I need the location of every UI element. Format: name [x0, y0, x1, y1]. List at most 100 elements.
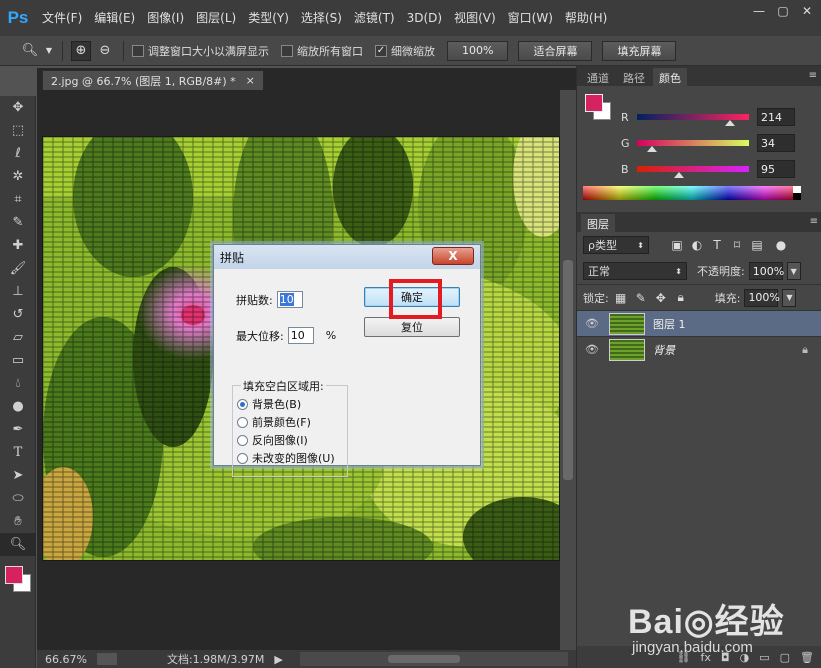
radio-button[interactable] — [237, 416, 248, 428]
restore-button[interactable]: ▢ — [775, 4, 791, 18]
pixel-filter-icon[interactable]: ▣ — [669, 237, 685, 253]
spectrum-black-white[interactable] — [793, 186, 801, 200]
shape-filter-icon[interactable]: ⌑ — [729, 237, 745, 253]
zoom-tool-icon[interactable]: 🔍︎ — [20, 41, 40, 61]
dialog-close-button[interactable]: X — [432, 247, 474, 265]
radio-button[interactable] — [237, 398, 248, 410]
menu-file[interactable]: 文件(F) — [36, 0, 88, 36]
visibility-eye-icon[interactable]: 👁︎ — [585, 317, 601, 330]
green-value-field[interactable]: 34 — [757, 134, 795, 152]
document-tab-close-icon[interactable]: × — [246, 74, 255, 87]
blue-value-field[interactable]: 95 — [757, 160, 795, 178]
minimize-button[interactable]: — — [751, 4, 767, 18]
path-selection-tool-icon[interactable]: ➤ — [0, 464, 36, 487]
checkbox-box[interactable] — [281, 44, 293, 57]
fill-field[interactable]: 100% — [744, 288, 780, 307]
zoom-level[interactable]: 66.67% — [45, 653, 87, 666]
color-swatches[interactable] — [0, 556, 36, 596]
gradient-tool-icon[interactable]: ▭ — [0, 349, 36, 372]
panel-menu-icon[interactable]: ≡ — [809, 70, 817, 81]
radio-foreground-color[interactable]: 前景颜色(F) — [237, 414, 311, 430]
tab-channels[interactable]: 通道 — [581, 68, 615, 86]
layer-row-layer1[interactable]: 👁︎ 图层 1 — [577, 310, 821, 336]
layer-row-background[interactable]: 👁︎ 背景 🔒︎ — [577, 336, 821, 362]
healing-brush-tool-icon[interactable]: ✚ — [0, 234, 36, 257]
blur-tool-icon[interactable]: 💧︎ — [0, 372, 36, 395]
menu-layer[interactable]: 图层(L) — [190, 0, 242, 36]
panel-menu-icon[interactable]: ≡ — [810, 216, 818, 227]
red-value-field[interactable]: 214 — [757, 108, 795, 126]
document-tab[interactable]: 2.jpg @ 66.7% (图层 1, RGB/8#) * × — [42, 70, 264, 90]
eraser-tool-icon[interactable]: ▱ — [0, 326, 36, 349]
hand-tool-icon[interactable]: ✋︎ — [0, 510, 36, 533]
fill-dropdown-icon[interactable]: ▼ — [782, 288, 797, 307]
horizontal-scrollbar[interactable] — [300, 652, 568, 666]
clone-stamp-tool-icon[interactable]: ⊥ — [0, 280, 36, 303]
checkbox-checked[interactable]: ✓ — [375, 44, 387, 57]
tiles-input[interactable]: 10 — [276, 291, 303, 308]
color-spectrum-bar[interactable] — [583, 186, 801, 200]
zoom-in-icon[interactable]: ⊕ — [71, 40, 91, 61]
radio-inverse-image[interactable]: 反向图像(I) — [237, 432, 308, 448]
visibility-eye-icon[interactable]: 👁︎ — [585, 343, 601, 356]
type-tool-icon[interactable]: T — [0, 441, 36, 464]
menu-window[interactable]: 窗口(W) — [502, 0, 559, 36]
horizontal-scroll-thumb[interactable] — [388, 655, 460, 663]
zoom-tool-icon[interactable]: 🔍︎ — [0, 533, 36, 556]
filter-toggle-icon[interactable]: ● — [773, 237, 789, 253]
marquee-tool-icon[interactable]: ⬚ — [0, 119, 36, 142]
menu-select[interactable]: 选择(S) — [295, 0, 348, 36]
menu-image[interactable]: 图像(I) — [141, 0, 190, 36]
radio-unaltered-image[interactable]: 未改变的图像(U) — [237, 450, 335, 466]
radio-button[interactable] — [237, 452, 248, 464]
pen-tool-icon[interactable]: ✒ — [0, 418, 36, 441]
tab-paths[interactable]: 路径 — [617, 68, 651, 86]
menu-filter[interactable]: 滤镜(T) — [348, 0, 401, 36]
zoom-all-windows-checkbox[interactable]: 缩放所有窗口 — [281, 43, 363, 59]
radio-background-color[interactable]: 背景色(B) — [237, 396, 301, 412]
status-export-icon[interactable] — [96, 653, 117, 665]
delete-layer-icon[interactable]: 🗑︎ — [800, 651, 814, 664]
blue-slider-thumb[interactable] — [674, 172, 684, 178]
magic-wand-tool-icon[interactable]: ✲ — [0, 165, 36, 188]
status-menu-arrow-icon[interactable]: ▶ — [274, 653, 282, 666]
blend-mode-select[interactable]: 正常 ⬍ — [583, 262, 687, 280]
vertical-scroll-thumb[interactable] — [563, 260, 573, 480]
offset-input[interactable]: 10 — [287, 327, 314, 344]
menu-type[interactable]: 类型(Y) — [242, 0, 295, 36]
type-filter-icon[interactable]: T — [709, 237, 725, 253]
resize-windows-checkbox[interactable]: 调整窗口大小以满屏显示 — [132, 43, 269, 59]
lock-all-icon[interactable]: 🔒︎ — [673, 290, 689, 306]
menu-view[interactable]: 视图(V) — [448, 0, 502, 36]
dialog-titlebar[interactable]: 拼贴 X — [214, 245, 480, 269]
ellipse-tool-icon[interactable]: ⬭ — [0, 487, 36, 510]
tab-color[interactable]: 颜色 — [653, 68, 687, 86]
fit-screen-button[interactable]: 适合屏幕 — [518, 40, 593, 61]
dodge-tool-icon[interactable]: ● — [0, 395, 36, 418]
lock-transparent-icon[interactable]: ▦ — [613, 290, 629, 306]
move-tool-icon[interactable]: ✥ — [0, 96, 36, 119]
document-info[interactable]: 文档:1.98M/3.97M — [167, 651, 264, 667]
smart-object-filter-icon[interactable]: ▤ — [749, 237, 765, 253]
zoom-out-icon[interactable]: ⊖ — [95, 41, 115, 61]
red-slider[interactable] — [637, 114, 749, 126]
tab-layers[interactable]: 图层 — [581, 214, 615, 232]
foreground-color-swatch[interactable] — [5, 566, 23, 584]
close-window-button[interactable]: ✕ — [799, 4, 815, 18]
scrubby-zoom-checkbox[interactable]: ✓ 细微缩放 — [375, 43, 435, 59]
tool-preset-chevron-icon[interactable]: ▼ — [44, 41, 54, 61]
vertical-scrollbar[interactable] — [560, 90, 576, 652]
menu-help[interactable]: 帮助(H) — [559, 0, 613, 36]
opacity-dropdown-icon[interactable]: ▼ — [786, 262, 801, 280]
menu-3d[interactable]: 3D(D) — [401, 0, 448, 36]
green-slider-thumb[interactable] — [647, 146, 657, 152]
brush-tool-icon[interactable]: 🖌︎ — [0, 257, 36, 280]
menu-edit[interactable]: 编辑(E) — [88, 0, 141, 36]
adjustment-filter-icon[interactable]: ◐ — [689, 237, 705, 253]
lock-image-icon[interactable]: ✎ — [633, 290, 649, 306]
radio-button[interactable] — [237, 434, 248, 446]
zoom-100-button[interactable]: 100% — [447, 40, 509, 61]
eyedropper-tool-icon[interactable]: ✎ — [0, 211, 36, 234]
history-brush-tool-icon[interactable]: ↺ — [0, 303, 36, 326]
lock-position-icon[interactable]: ✥ — [653, 290, 669, 306]
